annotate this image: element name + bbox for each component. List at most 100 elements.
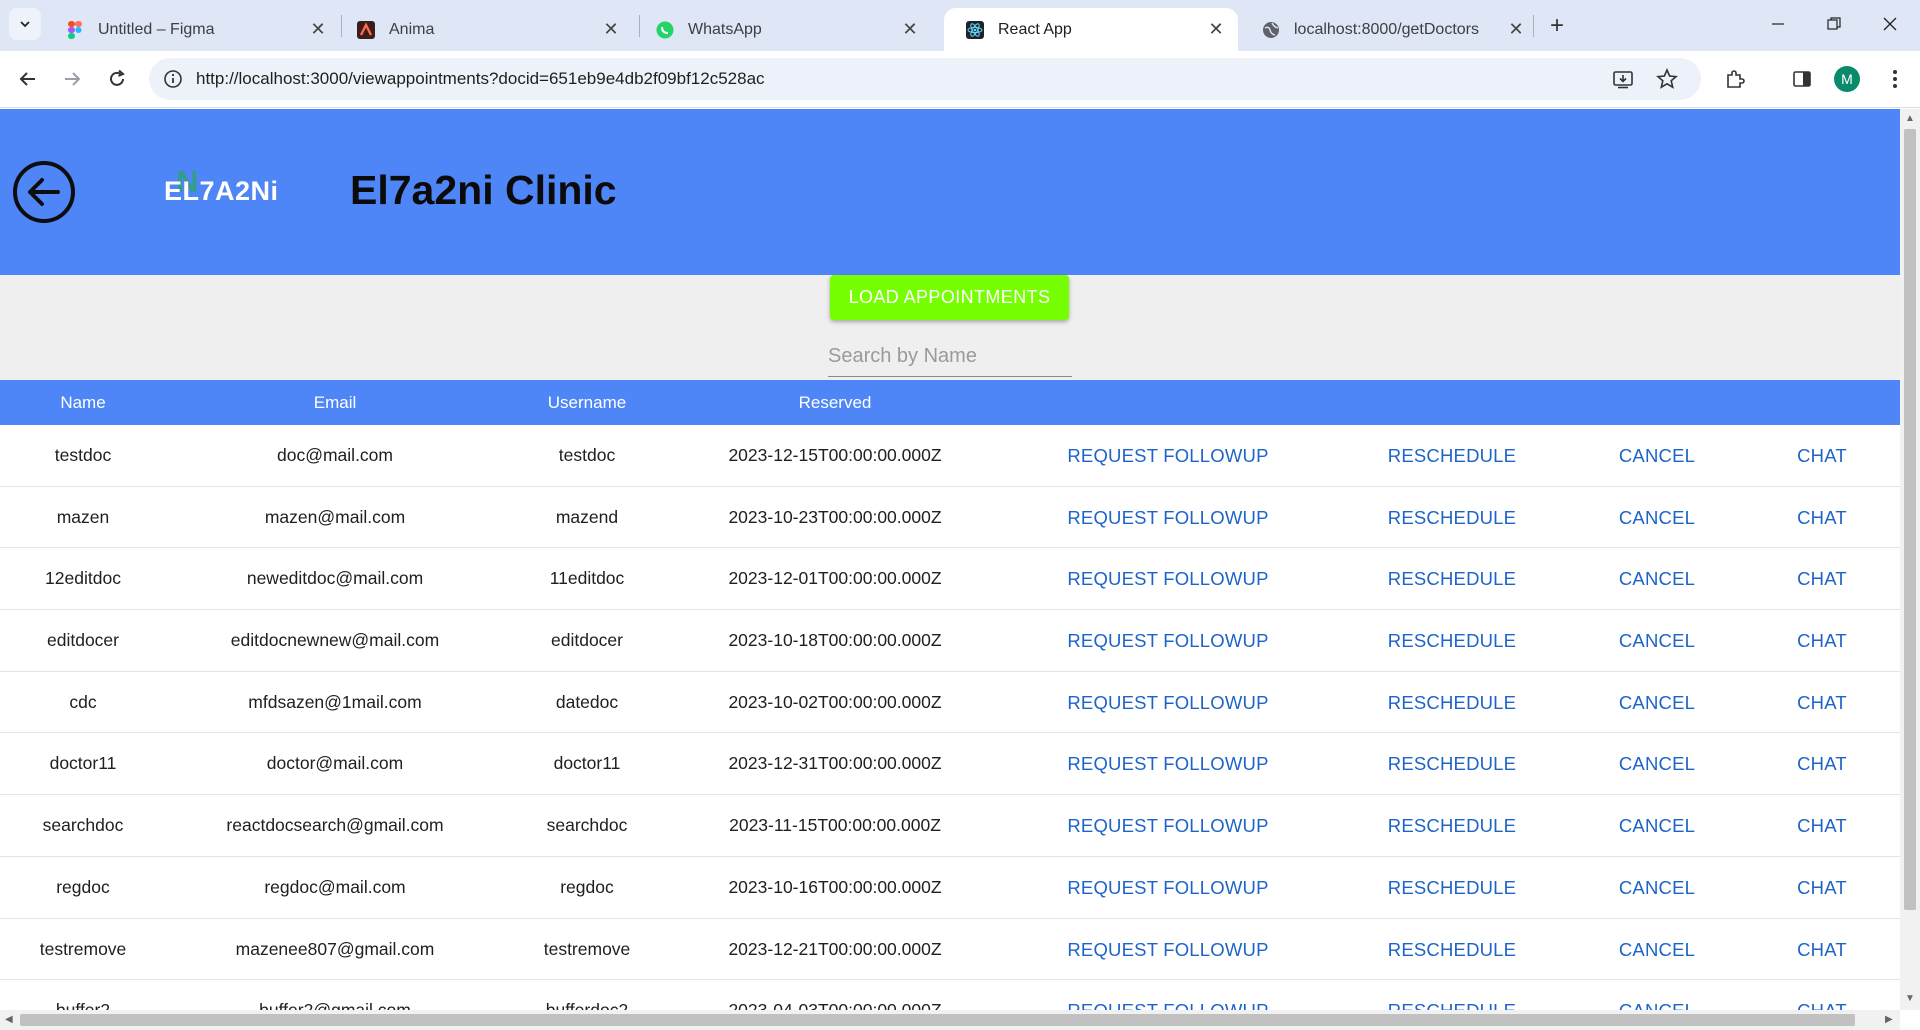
reschedule-button[interactable]: RESCHEDULE: [1340, 980, 1564, 1010]
minimize-icon[interactable]: [1752, 8, 1804, 40]
vertical-scroll-thumb[interactable]: [1904, 129, 1916, 910]
request-followup-button[interactable]: REQUEST FOLLOWUP: [1040, 795, 1296, 857]
figma-icon: [66, 20, 84, 39]
cancel-button[interactable]: CANCEL: [1600, 795, 1714, 857]
chat-button[interactable]: CHAT: [1770, 672, 1874, 734]
browser-tab-strip: Untitled – Figma ✕ Anima ✕ WhatsApp ✕ Re…: [0, 0, 1920, 51]
chat-button[interactable]: CHAT: [1770, 980, 1874, 1010]
load-appointments-button[interactable]: LOAD APPOINTMENTS: [830, 275, 1069, 320]
horizontal-scrollbar[interactable]: ◀ ▶: [0, 1010, 1900, 1030]
chat-button[interactable]: CHAT: [1770, 487, 1874, 549]
scroll-left-icon[interactable]: ◀: [5, 1014, 13, 1025]
reschedule-button[interactable]: RESCHEDULE: [1340, 795, 1564, 857]
request-followup-button[interactable]: REQUEST FOLLOWUP: [1040, 610, 1296, 672]
close-tab-icon[interactable]: ✕: [1504, 18, 1528, 42]
install-app-icon[interactable]: [1611, 67, 1635, 91]
forward-arrow-icon[interactable]: [57, 64, 87, 94]
side-panel-icon[interactable]: [1787, 64, 1817, 94]
cancel-button[interactable]: CANCEL: [1600, 425, 1714, 487]
tab-get-doctors[interactable]: localhost:8000/getDoctors ✕: [1240, 8, 1538, 51]
reschedule-button[interactable]: RESCHEDULE: [1340, 919, 1564, 981]
reschedule-button[interactable]: RESCHEDULE: [1340, 425, 1564, 487]
reschedule-button[interactable]: RESCHEDULE: [1340, 548, 1564, 610]
new-tab-plus-icon[interactable]: +: [1543, 12, 1571, 40]
chat-button[interactable]: CHAT: [1770, 548, 1874, 610]
cancel-button[interactable]: CANCEL: [1600, 980, 1714, 1010]
tab-search-button[interactable]: [9, 8, 41, 40]
url-text[interactable]: http://localhost:3000/viewappointments?d…: [196, 69, 765, 89]
table-row: testremove mazenee807@gmail.com testremove…: [0, 918, 1900, 981]
close-tab-icon[interactable]: ✕: [599, 18, 623, 42]
search-input[interactable]: [828, 337, 1072, 375]
cancel-button[interactable]: CANCEL: [1600, 919, 1714, 981]
cell-name: editdocer: [47, 630, 119, 651]
cancel-button[interactable]: CANCEL: [1600, 857, 1714, 919]
cell-username: testdoc: [558, 445, 616, 465]
close-tab-icon[interactable]: ✕: [306, 18, 330, 42]
cell-name: doctor11: [49, 753, 117, 774]
arrow-left-icon: [28, 178, 60, 206]
request-followup-button[interactable]: REQUEST FOLLOWUP: [1040, 487, 1296, 549]
chat-button[interactable]: CHAT: [1770, 919, 1874, 981]
extensions-puzzle-icon[interactable]: [1720, 64, 1750, 94]
chat-button[interactable]: CHAT: [1770, 857, 1874, 919]
vertical-scrollbar[interactable]: ▲ ▼: [1900, 109, 1920, 1010]
tab-title: Anima: [389, 20, 435, 38]
cell-name: testremove: [39, 938, 127, 959]
request-followup-button[interactable]: REQUEST FOLLOWUP: [1040, 919, 1296, 981]
search-field: [828, 337, 1072, 377]
request-followup-button[interactable]: REQUEST FOLLOWUP: [1040, 672, 1296, 734]
chat-button[interactable]: CHAT: [1770, 795, 1874, 857]
reschedule-button[interactable]: RESCHEDULE: [1340, 487, 1564, 549]
address-bar[interactable]: http://localhost:3000/viewappointments?d…: [149, 58, 1701, 100]
reschedule-button[interactable]: RESCHEDULE: [1340, 857, 1564, 919]
back-button[interactable]: [13, 161, 75, 223]
cancel-button[interactable]: CANCEL: [1600, 610, 1714, 672]
site-info-icon[interactable]: [163, 69, 183, 89]
request-followup-button[interactable]: REQUEST FOLLOWUP: [1040, 733, 1296, 795]
chat-button[interactable]: CHAT: [1770, 425, 1874, 487]
close-tab-icon[interactable]: ✕: [898, 18, 922, 42]
reschedule-button[interactable]: RESCHEDULE: [1340, 672, 1564, 734]
cell-username: regdoc: [560, 876, 614, 897]
clinic-logo: N EL7A2Ni: [164, 164, 278, 210]
request-followup-button[interactable]: REQUEST FOLLOWUP: [1040, 548, 1296, 610]
back-arrow-icon[interactable]: [13, 64, 43, 94]
tab-title: Untitled – Figma: [98, 20, 215, 38]
globe-icon: [1262, 21, 1280, 39]
tab-react-app[interactable]: React App ✕: [944, 8, 1238, 51]
cancel-button[interactable]: CANCEL: [1600, 733, 1714, 795]
scroll-right-icon[interactable]: ▶: [1885, 1014, 1893, 1025]
chat-button[interactable]: CHAT: [1770, 733, 1874, 795]
column-header-reserved: Reserved: [798, 393, 872, 412]
table-body: testdoc doc@mail.com testdoc 2023-12-15T00:…: [0, 425, 1900, 1010]
reschedule-button[interactable]: RESCHEDULE: [1340, 610, 1564, 672]
cancel-button[interactable]: CANCEL: [1600, 672, 1714, 734]
profile-avatar[interactable]: M: [1834, 66, 1860, 92]
cell-username: doctor11: [553, 753, 621, 774]
close-tab-icon[interactable]: ✕: [1204, 18, 1228, 42]
tab-whatsapp[interactable]: WhatsApp ✕: [634, 8, 932, 51]
request-followup-button[interactable]: REQUEST FOLLOWUP: [1040, 857, 1296, 919]
scroll-down-icon[interactable]: ▼: [1905, 993, 1915, 1004]
cell-reserved: 2023-10-16T00:00:00.000Z: [728, 876, 942, 897]
chat-button[interactable]: CHAT: [1770, 610, 1874, 672]
reschedule-button[interactable]: RESCHEDULE: [1340, 733, 1564, 795]
request-followup-button[interactable]: REQUEST FOLLOWUP: [1040, 980, 1296, 1010]
bookmark-star-icon[interactable]: [1655, 67, 1679, 91]
table-row: regdoc regdoc@mail.com regdoc 2023-10-16T00…: [0, 856, 1900, 919]
horizontal-scroll-thumb[interactable]: [20, 1014, 1855, 1026]
cell-username: editdocer: [551, 630, 623, 651]
restore-icon[interactable]: [1808, 8, 1860, 40]
more-menu-icon[interactable]: [1880, 64, 1910, 94]
table-row: testdoc doc@mail.com testdoc 2023-12-15T00:…: [0, 425, 1900, 487]
request-followup-button[interactable]: REQUEST FOLLOWUP: [1040, 425, 1296, 487]
scroll-up-icon[interactable]: ▲: [1905, 113, 1915, 124]
tab-anima[interactable]: Anima ✕: [335, 8, 633, 51]
cancel-button[interactable]: CANCEL: [1600, 487, 1714, 549]
cancel-button[interactable]: CANCEL: [1600, 548, 1714, 610]
close-window-icon[interactable]: [1864, 8, 1916, 40]
tab-figma[interactable]: Untitled – Figma ✕: [44, 8, 340, 51]
reload-icon[interactable]: [102, 64, 132, 94]
cell-name: testdoc: [54, 445, 112, 465]
